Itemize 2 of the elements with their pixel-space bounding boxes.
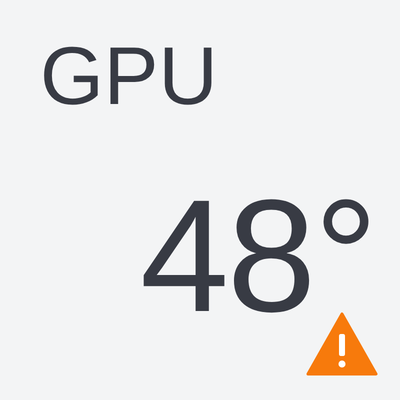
- sensor-label: GPU: [40, 36, 218, 118]
- temperature-reading: 48°: [140, 176, 376, 336]
